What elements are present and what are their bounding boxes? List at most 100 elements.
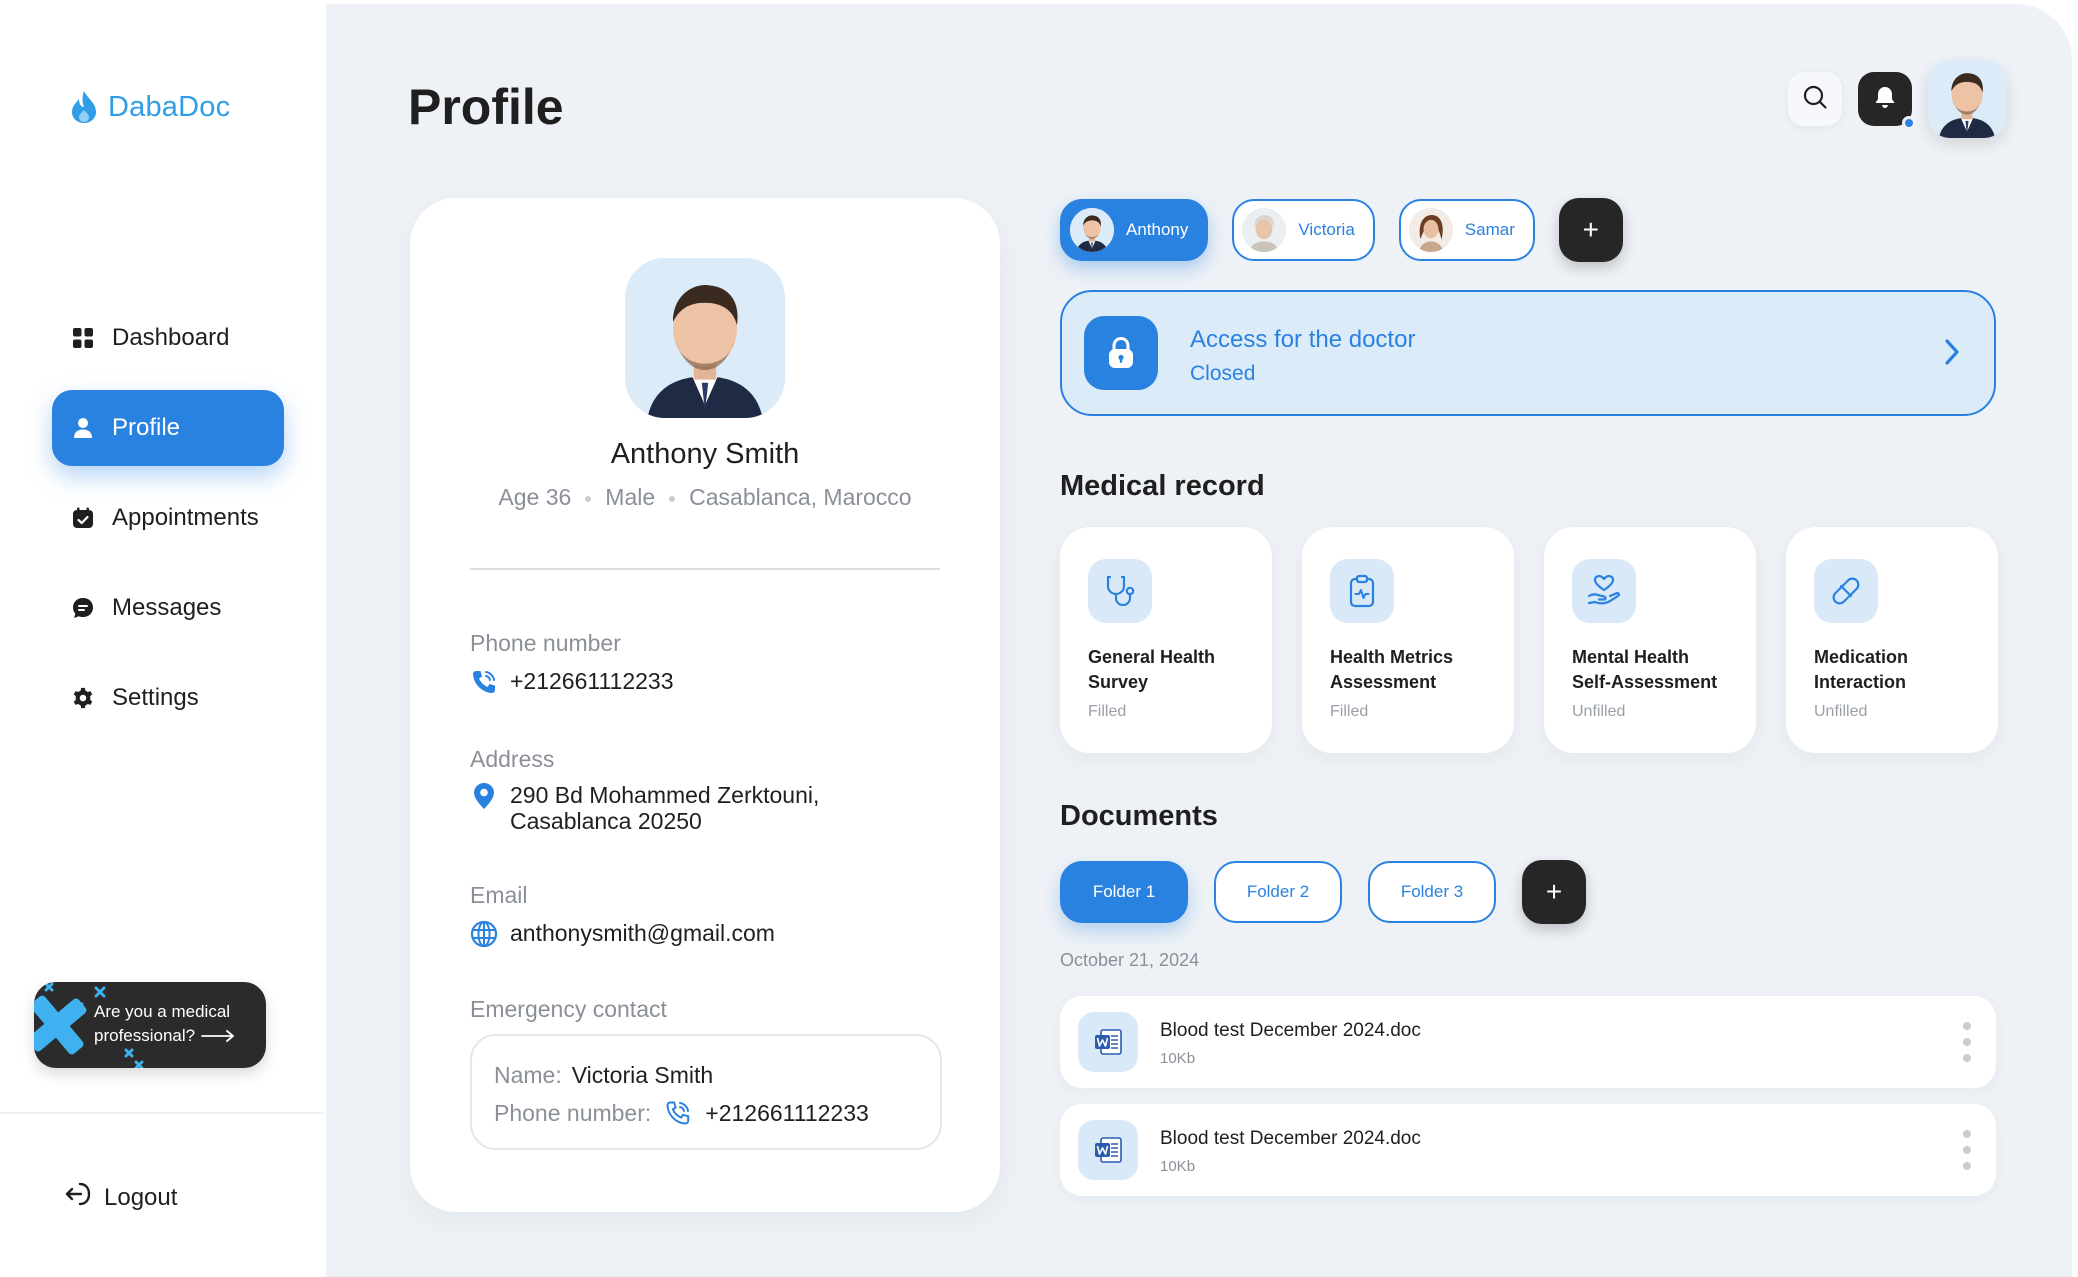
sidebar-item-appointments[interactable]: Appointments [52, 480, 284, 556]
document-size: 10Kb [1160, 1158, 1196, 1175]
avatar [1242, 208, 1287, 252]
emergency-contact-box: Name: Victoria Smith Phone number: +2126… [470, 1034, 942, 1150]
profile-location: Casablanca, Marocco [689, 484, 912, 510]
doctor-access-card[interactable]: Access for the doctor Closed [1060, 290, 1996, 416]
phone-call-outline-icon [665, 1100, 691, 1126]
document-list: Blood test December 2024.doc 10Kb Blood … [1060, 996, 1996, 1212]
separator-dot [585, 495, 592, 502]
top-actions [1788, 60, 2006, 138]
word-doc-icon [1078, 1120, 1138, 1180]
emergency-name-label: Name: [494, 1061, 562, 1088]
document-row[interactable]: Blood test December 2024.doc 10Kb [1060, 1104, 1996, 1196]
phone-label: Phone number [470, 630, 621, 656]
app-logo[interactable]: DabaDoc [70, 90, 230, 124]
sidebar-item-label: Profile [112, 414, 181, 441]
sidebar-nav: Dashboard Profile Appointments Messages … [52, 300, 284, 750]
emergency-label: Emergency contact [470, 996, 667, 1022]
add-member-button[interactable]: + [1558, 198, 1623, 262]
avatar [1408, 208, 1453, 252]
medical-professional-banner[interactable]: Are you a medical professional? [34, 982, 266, 1068]
gear-icon [70, 685, 96, 711]
search-button[interactable] [1788, 72, 1842, 126]
emergency-name: Victoria Smith [571, 1061, 714, 1088]
member-tabs: Anthony Victoria Samar + [1060, 198, 1623, 262]
location-pin-icon [470, 782, 498, 810]
record-title-line-1: Health Metrics [1330, 647, 1454, 667]
add-folder-button[interactable]: + [1522, 860, 1586, 924]
record-title: General Health Survey [1088, 645, 1258, 695]
access-status: Closed [1190, 362, 1256, 385]
user-avatar-button[interactable] [1928, 60, 2006, 138]
more-options-icon[interactable] [1960, 1022, 1974, 1062]
document-row[interactable]: Blood test December 2024.doc 10Kb [1060, 996, 1996, 1088]
more-options-icon[interactable] [1960, 1130, 1974, 1170]
sidebar-item-dashboard[interactable]: Dashboard [52, 300, 284, 376]
avatar [1070, 208, 1114, 252]
promo-line-2: professional? [94, 1026, 196, 1045]
email-label: Email [470, 882, 528, 908]
logout-button[interactable]: Logout [64, 1180, 177, 1215]
member-tab-anthony[interactable]: Anthony [1060, 199, 1209, 261]
clipboard-icon [1330, 559, 1394, 623]
documents-date: October 21, 2024 [1060, 950, 1200, 970]
document-name: Blood test December 2024.doc [1160, 1020, 1421, 1041]
sidebar-item-label: Messages [112, 594, 222, 621]
bell-icon [1874, 85, 1896, 114]
emergency-name-row: Name: Victoria Smith [494, 1056, 918, 1094]
documents-title: Documents [1060, 800, 1218, 832]
access-title: Access for the doctor [1190, 326, 1416, 353]
sidebar-item-settings[interactable]: Settings [52, 660, 284, 736]
folder-tab-2[interactable]: Folder 2 [1214, 861, 1342, 923]
user-icon [70, 415, 96, 441]
emergency-phone-row[interactable]: Phone number: +212661112233 [494, 1094, 918, 1132]
chat-icon [70, 595, 96, 621]
app-name: DabaDoc [108, 90, 231, 123]
separator-dot [669, 495, 676, 502]
folder-tab-3[interactable]: Folder 3 [1368, 861, 1496, 923]
email-value[interactable]: anthonysmith@gmail.com [470, 920, 775, 948]
profile-divider [470, 568, 940, 570]
profile-age: Age 36 [498, 484, 572, 510]
sidebar-item-profile[interactable]: Profile [52, 390, 284, 466]
member-tab-label: Anthony [1126, 220, 1189, 239]
record-title-line-1: Medication [1814, 647, 1909, 667]
member-tab-victoria[interactable]: Victoria [1232, 199, 1375, 261]
sidebar-item-label: Appointments [112, 504, 259, 531]
member-tab-label: Samar [1464, 220, 1515, 239]
member-tab-samar[interactable]: Samar [1398, 199, 1535, 261]
record-title: Mental Health Self-Assessment [1572, 645, 1742, 695]
record-title-line-2: Assessment [1330, 672, 1437, 692]
folder-tab-1[interactable]: Folder 1 [1060, 861, 1188, 923]
logout-label: Logout [104, 1183, 178, 1211]
arrow-right-icon [201, 1025, 235, 1049]
record-card-medication[interactable]: Medication Interaction Unfilled [1786, 527, 1998, 753]
main-content: Profile Anthony Smith Age 36 Male Casablan… [326, 4, 2072, 1277]
avatar [1928, 60, 2006, 138]
sidebar-item-messages[interactable]: Messages [52, 570, 284, 646]
address-line-2: Casablanca 20250 [510, 808, 702, 834]
record-card-mental-health[interactable]: Mental Health Self-Assessment Unfilled [1544, 527, 1756, 753]
record-card-health-metrics[interactable]: Health Metrics Assessment Filled [1302, 527, 1514, 753]
stethoscope-icon [1088, 559, 1152, 623]
phone-number: +212661112233 [510, 668, 674, 694]
calendar-icon [70, 505, 96, 531]
notifications-button[interactable] [1858, 72, 1916, 130]
record-card-general-health[interactable]: General Health Survey Filled [1060, 527, 1272, 753]
pill-icon [1814, 559, 1878, 623]
medical-record-title: Medical record [1060, 470, 1265, 502]
profile-meta: Age 36 Male Casablanca, Marocco [410, 484, 1000, 511]
phone-value[interactable]: +212661112233 [470, 668, 674, 696]
record-title-line-2: Interaction [1814, 672, 1907, 692]
record-status: Filled [1330, 703, 1369, 720]
record-title-line-2: Self-Assessment [1572, 672, 1718, 692]
grid-icon [70, 325, 96, 351]
address-label: Address [470, 746, 555, 772]
emergency-phone-label: Phone number: [494, 1099, 652, 1126]
address-value: 290 Bd Mohammed Zerktouni, Casablanca 20… [470, 782, 819, 834]
sidebar-divider [0, 1112, 324, 1114]
medical-record-grid: General Health Survey Filled Health Metri… [1060, 527, 1998, 753]
record-status: Unfilled [1814, 703, 1868, 720]
profile-gender: Male [605, 484, 656, 510]
emergency-phone: +212661112233 [705, 1099, 869, 1126]
page-title: Profile [408, 79, 564, 135]
